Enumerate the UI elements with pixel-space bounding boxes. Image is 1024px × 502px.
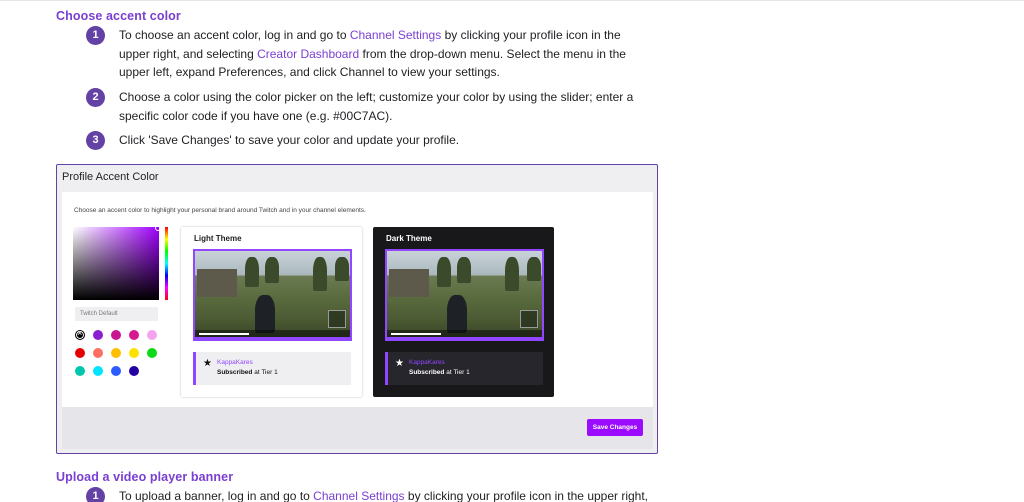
subscriber-name: KappaKares	[217, 359, 253, 366]
color-swatch[interactable]	[75, 348, 85, 358]
step-text: To upload a banner, log in and go to Cha…	[119, 489, 649, 502]
color-swatch[interactable]	[129, 366, 139, 376]
video-preview	[193, 249, 352, 341]
panel-body: Choose an accent color to highlight your…	[62, 192, 653, 407]
section-title-video-banner: Upload a video player banner	[56, 470, 234, 484]
step-text: Click 'Save Changes' to save your color …	[119, 133, 460, 147]
step-number-badge: 1	[86, 487, 105, 502]
light-theme-preview: Light Theme ★ KappaKares Subscribed at T…	[181, 227, 362, 397]
dark-theme-label: Dark Theme	[386, 234, 432, 243]
dark-theme-preview: Dark Theme ★ KappaKares Subscribed at Ti…	[373, 227, 554, 397]
hue-slider[interactable]	[165, 227, 168, 300]
panel-description: Choose an accent color to highlight your…	[74, 207, 366, 214]
color-code-input[interactable]: Twitch Default	[75, 307, 158, 321]
step-number-badge: 3	[86, 131, 105, 150]
panel-title: Profile Accent Color	[62, 171, 159, 183]
subscriber-name: KappaKares	[409, 359, 445, 366]
top-divider	[0, 0, 1024, 4]
subscription-tier: Subscribed at Tier 1	[409, 369, 470, 376]
video-preview	[385, 249, 544, 341]
profile-accent-color-screenshot: Profile Accent Color Choose an accent co…	[56, 164, 658, 454]
color-swatch[interactable]	[129, 348, 139, 358]
color-swatch-selected[interactable]	[75, 328, 85, 340]
creator-dashboard-link[interactable]: Creator Dashboard	[257, 47, 359, 61]
panel-footer: Save Changes	[62, 407, 653, 449]
color-swatch[interactable]	[93, 330, 103, 340]
color-swatch[interactable]	[129, 330, 139, 340]
star-icon: ★	[203, 358, 212, 369]
step-number-badge: 1	[86, 26, 105, 45]
step-text: To choose an accent color, log in and go…	[119, 28, 626, 79]
color-swatch[interactable]	[93, 366, 103, 376]
color-swatch[interactable]	[111, 348, 121, 358]
subscription-tier: Subscribed at Tier 1	[217, 369, 278, 376]
section-title-accent-color: Choose accent color	[56, 9, 181, 23]
color-swatch[interactable]	[111, 330, 121, 340]
light-theme-label: Light Theme	[194, 234, 242, 243]
color-swatch[interactable]	[75, 366, 85, 376]
step-text: Choose a color using the color picker on…	[119, 90, 634, 123]
picker-knob[interactable]	[155, 225, 161, 231]
subscription-notice: ★ KappaKares Subscribed at Tier 1	[193, 352, 351, 385]
channel-settings-link[interactable]: Channel Settings	[313, 489, 404, 502]
color-swatch[interactable]	[147, 330, 157, 340]
color-swatch[interactable]	[93, 348, 103, 358]
color-swatch[interactable]	[111, 366, 121, 376]
subscription-notice: ★ KappaKares Subscribed at Tier 1	[385, 352, 543, 385]
color-swatch[interactable]	[147, 348, 157, 358]
step-number-badge: 2	[86, 88, 105, 107]
color-picker-area[interactable]	[73, 225, 161, 300]
channel-settings-link[interactable]: Channel Settings	[350, 28, 441, 42]
save-changes-button[interactable]: Save Changes	[587, 419, 643, 436]
star-icon: ★	[395, 358, 404, 369]
